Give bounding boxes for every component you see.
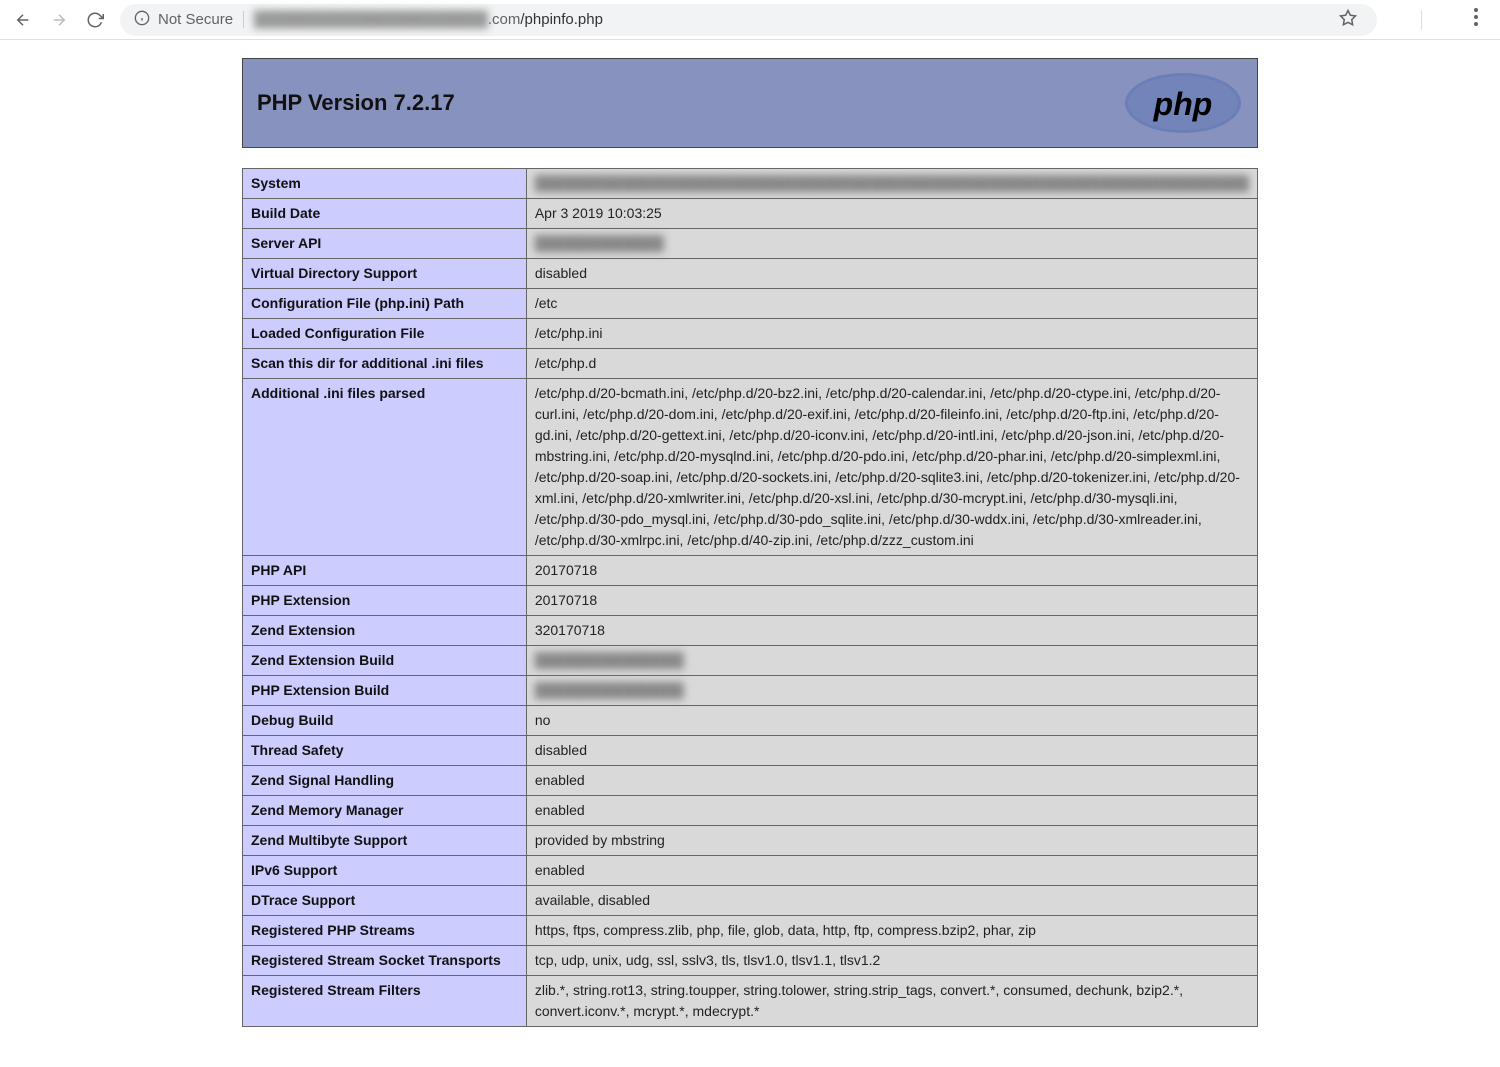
config-value: /etc/php.d: [526, 349, 1257, 379]
config-value: zlib.*, string.rot13, string.toupper, st…: [526, 976, 1257, 1027]
url-text: ██████████████████████.com/phpinfo.php: [254, 11, 603, 28]
reload-icon: [86, 11, 104, 29]
config-value: disabled: [526, 736, 1257, 766]
table-row: Virtual Directory Supportdisabled: [243, 259, 1258, 289]
phpinfo-table: System██████████████████████████████████…: [242, 168, 1258, 1027]
config-value: no: [526, 706, 1257, 736]
phpinfo-header: PHP Version 7.2.17 php: [242, 58, 1258, 148]
php-logo-icon: php: [1123, 71, 1243, 135]
config-key: Configuration File (php.ini) Path: [243, 289, 527, 319]
table-row: Scan this dir for additional .ini files/…: [243, 349, 1258, 379]
config-value: enabled: [526, 796, 1257, 826]
config-key: Zend Multibyte Support: [243, 826, 527, 856]
config-key: PHP API: [243, 556, 527, 586]
table-row: Zend Extension Build███████████████: [243, 646, 1258, 676]
config-value: ███████████████: [526, 676, 1257, 706]
config-key: Zend Memory Manager: [243, 796, 527, 826]
config-key: Thread Safety: [243, 736, 527, 766]
table-row: Configuration File (php.ini) Path/etc: [243, 289, 1258, 319]
info-icon: [134, 10, 150, 29]
config-key: Additional .ini files parsed: [243, 379, 527, 556]
table-row: Debug Buildno: [243, 706, 1258, 736]
table-row: PHP Extension Build███████████████: [243, 676, 1258, 706]
config-value: ████████████████████████████████████████…: [526, 169, 1257, 199]
address-bar[interactable]: Not Secure ██████████████████████.com/ph…: [120, 4, 1377, 36]
config-value: /etc/php.ini: [526, 319, 1257, 349]
config-value: tcp, udp, unix, udg, ssl, sslv3, tls, tl…: [526, 946, 1257, 976]
browser-menu-button[interactable]: [1464, 8, 1488, 31]
table-row: Build DateApr 3 2019 10:03:25: [243, 199, 1258, 229]
table-row: Server API█████████████: [243, 229, 1258, 259]
config-value: ███████████████: [526, 646, 1257, 676]
config-value: 320170718: [526, 616, 1257, 646]
table-row: DTrace Supportavailable, disabled: [243, 886, 1258, 916]
forward-button[interactable]: [48, 9, 70, 31]
arrow-right-icon: [50, 11, 68, 29]
config-key: IPv6 Support: [243, 856, 527, 886]
config-key: Registered Stream Socket Transports: [243, 946, 527, 976]
table-row: Loaded Configuration File/etc/php.ini: [243, 319, 1258, 349]
config-key: Virtual Directory Support: [243, 259, 527, 289]
config-value: https, ftps, compress.zlib, php, file, g…: [526, 916, 1257, 946]
page-content: PHP Version 7.2.17 php System███████████…: [0, 40, 1500, 1067]
config-value: /etc/php.d/20-bcmath.ini, /etc/php.d/20-…: [526, 379, 1257, 556]
browser-toolbar: Not Secure ██████████████████████.com/ph…: [0, 0, 1500, 40]
table-row: Thread Safetydisabled: [243, 736, 1258, 766]
not-secure-label: Not Secure: [158, 11, 244, 28]
config-key: PHP Extension Build: [243, 676, 527, 706]
table-row: Zend Extension320170718: [243, 616, 1258, 646]
config-value: 20170718: [526, 586, 1257, 616]
config-value: Apr 3 2019 10:03:25: [526, 199, 1257, 229]
config-value: enabled: [526, 856, 1257, 886]
config-value: available, disabled: [526, 886, 1257, 916]
bookmark-star-icon[interactable]: [1339, 9, 1357, 31]
config-key: Zend Signal Handling: [243, 766, 527, 796]
config-key: PHP Extension: [243, 586, 527, 616]
table-row: PHP Extension20170718: [243, 586, 1258, 616]
config-key: DTrace Support: [243, 886, 527, 916]
table-row: IPv6 Supportenabled: [243, 856, 1258, 886]
config-key: Registered PHP Streams: [243, 916, 527, 946]
config-key: Registered Stream Filters: [243, 976, 527, 1027]
table-row: Registered Stream Socket Transportstcp, …: [243, 946, 1258, 976]
reload-button[interactable]: [84, 9, 106, 31]
dots-vertical-icon: [1474, 8, 1478, 26]
table-row: Registered Stream Filterszlib.*, string.…: [243, 976, 1258, 1027]
config-key: Scan this dir for additional .ini files: [243, 349, 527, 379]
config-value: /etc: [526, 289, 1257, 319]
table-row: Zend Signal Handlingenabled: [243, 766, 1258, 796]
config-value: provided by mbstring: [526, 826, 1257, 856]
toolbar-divider: [1421, 10, 1422, 30]
config-key: Zend Extension: [243, 616, 527, 646]
config-key: Zend Extension Build: [243, 646, 527, 676]
config-key: System: [243, 169, 527, 199]
table-row: Zend Multibyte Supportprovided by mbstri…: [243, 826, 1258, 856]
config-value: disabled: [526, 259, 1257, 289]
table-row: Additional .ini files parsed/etc/php.d/2…: [243, 379, 1258, 556]
config-value: enabled: [526, 766, 1257, 796]
config-key: Build Date: [243, 199, 527, 229]
config-value: 20170718: [526, 556, 1257, 586]
table-row: PHP API20170718: [243, 556, 1258, 586]
php-version-title: PHP Version 7.2.17: [257, 90, 455, 116]
table-row: Registered PHP Streamshttps, ftps, compr…: [243, 916, 1258, 946]
table-row: Zend Memory Managerenabled: [243, 796, 1258, 826]
table-row: System██████████████████████████████████…: [243, 169, 1258, 199]
config-key: Loaded Configuration File: [243, 319, 527, 349]
back-button[interactable]: [12, 9, 34, 31]
config-value: █████████████: [526, 229, 1257, 259]
arrow-left-icon: [14, 11, 32, 29]
config-key: Server API: [243, 229, 527, 259]
svg-text:php: php: [1153, 86, 1213, 122]
config-key: Debug Build: [243, 706, 527, 736]
